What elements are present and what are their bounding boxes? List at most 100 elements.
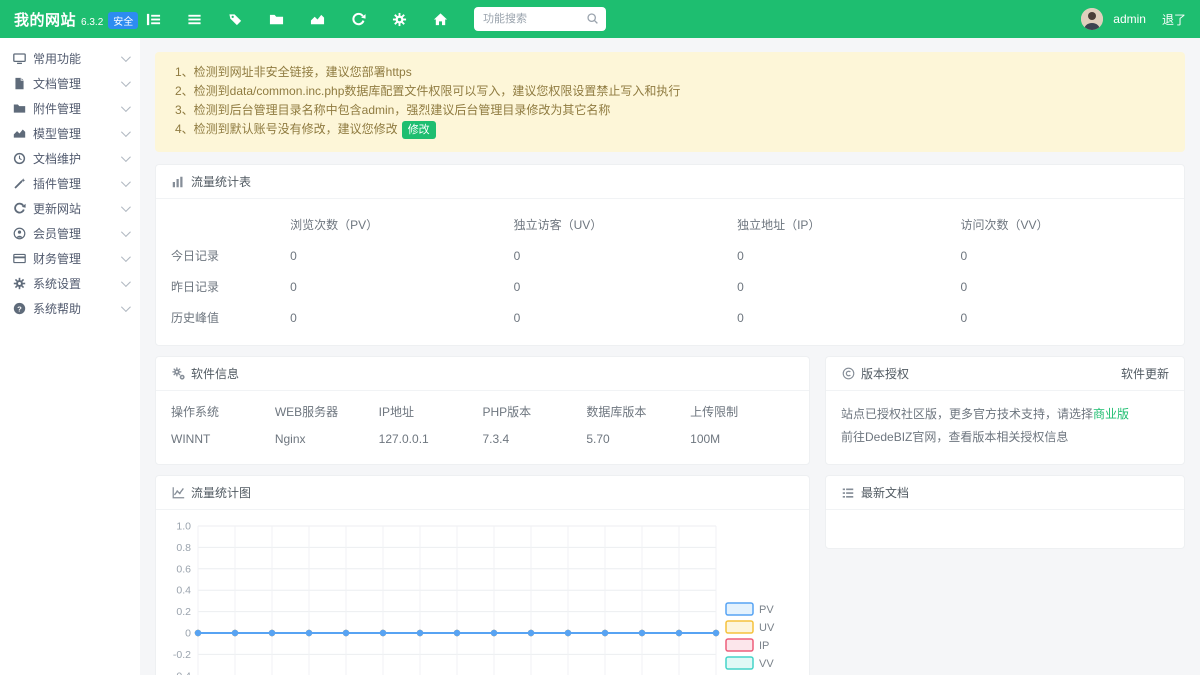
sidebar-item-label: 会员管理: [33, 225, 121, 242]
cogs-icon: [171, 367, 185, 380]
sidebar-item-member-management[interactable]: 会员管理: [0, 221, 140, 246]
sidebar-item-system-help[interactable]: ? 系统帮助: [0, 296, 140, 321]
table-row: 昨日记录 0 0 0 0: [156, 271, 1184, 302]
field-value: 127.0.0.1: [379, 432, 483, 460]
row-label: 今日记录: [156, 240, 290, 271]
sidebar-item-finance-management[interactable]: 财务管理: [0, 246, 140, 271]
field-value: 5.70: [586, 432, 690, 460]
sidebar-item-document-maintenance[interactable]: 文档维护: [0, 146, 140, 171]
chart-icon[interactable]: [310, 12, 325, 27]
field-label: IP地址: [379, 403, 483, 432]
cell-value: 0: [961, 271, 1185, 302]
sidebar-item-label: 文档管理: [33, 75, 121, 92]
clock-icon: [12, 152, 26, 166]
avatar[interactable]: [1081, 8, 1103, 30]
warning-line: 3、检测到后台管理目录名称中包含admin，强烈建议后台管理目录修改为其它名称: [175, 102, 1165, 118]
svg-text:PV: PV: [759, 604, 774, 616]
menu-icon[interactable]: [187, 12, 202, 27]
panel-header: 流量统计表: [156, 165, 1184, 199]
refresh-icon: [12, 202, 26, 216]
svg-text:1.0: 1.0: [176, 521, 191, 533]
svg-text:-0.2: -0.2: [173, 649, 191, 661]
cell-value: 0: [290, 240, 513, 271]
field-label: PHP版本: [483, 403, 587, 432]
column-header-vv: 访问次数（VV）: [961, 209, 1185, 240]
sidebar-item-update-site[interactable]: 更新网站: [0, 196, 140, 221]
desktop-icon: [12, 52, 26, 66]
empty-corner-cell: [156, 209, 290, 240]
svg-text:-0.4: -0.4: [173, 670, 191, 675]
sidebar-item-label: 系统设置: [33, 275, 121, 292]
svg-text:0: 0: [185, 628, 191, 640]
chevron-down-icon: [121, 302, 131, 312]
main-content: 1、检测到网址非安全链接，建议您部署https 2、检测到data/common…: [140, 38, 1200, 675]
cell-value: 0: [737, 302, 960, 333]
gear-icon[interactable]: [392, 12, 407, 27]
field-label: 操作系统: [171, 403, 275, 432]
sidebar-item-label: 系统帮助: [33, 300, 121, 317]
software-info-panel: 软件信息 操作系统 WEB服务器 IP地址 PHP版本 数据库版本 上传限制 W…: [155, 356, 810, 465]
list-icon: [841, 487, 855, 499]
chevron-down-icon: [121, 177, 131, 187]
sidebar: 常用功能 文档管理 附件管理 模型管理 文档维护 插件管理: [0, 38, 140, 675]
version-label: 6.3.2: [81, 17, 103, 28]
panel-title: 流量统计图: [191, 484, 251, 501]
column-header-uv: 独立访客（UV）: [514, 209, 737, 240]
chevron-down-icon: [121, 127, 131, 137]
chevron-down-icon: [121, 77, 131, 87]
cell-value: 0: [737, 271, 960, 302]
indent-list-icon[interactable]: [146, 12, 161, 27]
sidebar-item-label: 文档维护: [33, 150, 121, 167]
panel-header: 版本授权 软件更新: [826, 357, 1184, 391]
warning-line-text: 4、检测到默认账号没有修改，建议您修改: [175, 122, 398, 136]
cell-value: 0: [961, 240, 1185, 271]
field-label: 上传限制: [690, 403, 794, 432]
safe-badge: 安全: [108, 12, 138, 29]
panel-title: 流量统计表: [191, 173, 251, 190]
svg-text:0.8: 0.8: [176, 542, 191, 554]
license-line-2: 前往DedeBIZ官网，查看版本相关授权信息: [841, 426, 1169, 449]
sidebar-item-system-settings[interactable]: 系统设置: [0, 271, 140, 296]
field-value: Nginx: [275, 432, 379, 460]
panel-title: 最新文档: [861, 484, 909, 501]
software-update-link[interactable]: 软件更新: [1121, 365, 1169, 382]
license-text: 站点已授权社区版，更多官方技术支持，请选择: [841, 407, 1093, 421]
wand-icon: [12, 177, 26, 191]
sidebar-item-model-management[interactable]: 模型管理: [0, 121, 140, 146]
traffic-stats-table: 浏览次数（PV） 独立访客（UV） 独立地址（IP） 访问次数（VV） 今日记录…: [156, 209, 1184, 333]
license-panel: 版本授权 软件更新 站点已授权社区版，更多官方技术支持，请选择商业版 前往Ded…: [825, 356, 1185, 465]
tag-icon[interactable]: [228, 12, 243, 27]
table-row: 历史峰值 0 0 0 0: [156, 302, 1184, 333]
sidebar-item-plugin-management[interactable]: 插件管理: [0, 171, 140, 196]
gear-icon: [12, 277, 26, 291]
chevron-down-icon: [121, 252, 131, 262]
cell-value: 0: [737, 240, 960, 271]
row-label: 历史峰值: [156, 302, 290, 333]
home-icon[interactable]: [433, 12, 448, 27]
fix-account-button[interactable]: 修改: [402, 121, 436, 139]
site-logo[interactable]: 我的网站 6.3.2 安全: [14, 9, 140, 30]
latest-docs-panel: 最新文档: [825, 475, 1185, 549]
sidebar-item-label: 更新网站: [33, 200, 121, 217]
folder-icon[interactable]: [269, 12, 284, 27]
chevron-down-icon: [121, 227, 131, 237]
chevron-down-icon: [121, 202, 131, 212]
latest-docs-empty-body: [826, 510, 1184, 548]
field-label: 数据库版本: [586, 403, 690, 432]
traffic-stats-panel: 流量统计表 浏览次数（PV） 独立访客（UV） 独立地址（IP） 访问次数（VV…: [155, 164, 1185, 346]
sidebar-item-common-functions[interactable]: 常用功能: [0, 46, 140, 71]
license-body: 站点已授权社区版，更多官方技术支持，请选择商业版 前往DedeBIZ官网，查看版…: [826, 391, 1184, 461]
search-icon[interactable]: [586, 12, 599, 28]
warning-line: 2、检测到data/common.inc.php数据库配置文件权限可以写入，建议…: [175, 83, 1165, 99]
sidebar-item-document-management[interactable]: 文档管理: [0, 71, 140, 96]
logout-link[interactable]: 退了: [1162, 11, 1186, 28]
sidebar-item-attachment-management[interactable]: 附件管理: [0, 96, 140, 121]
commercial-version-link[interactable]: 商业版: [1093, 407, 1129, 421]
traffic-chart: 1.00.80.60.40.20-0.2-0.4-0.6-0.8-1.005-2…: [162, 516, 802, 675]
svg-text:0.2: 0.2: [176, 606, 191, 618]
username-label[interactable]: admin: [1113, 12, 1146, 26]
traffic-chart-panel: 流量统计图 1.00.80.60.40.20-0.2-0.4-0.6-0.8-1…: [155, 475, 810, 675]
refresh-icon[interactable]: [351, 12, 366, 27]
security-warning-box: 1、检测到网址非安全链接，建议您部署https 2、检测到data/common…: [155, 52, 1185, 152]
sidebar-item-label: 插件管理: [33, 175, 121, 192]
